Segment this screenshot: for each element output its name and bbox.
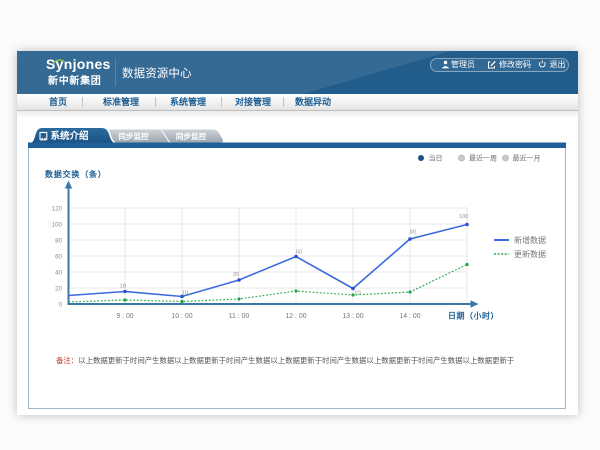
svg-text:当日: 当日 xyxy=(429,153,443,162)
svg-text:40: 40 xyxy=(55,269,62,276)
svg-text:35: 35 xyxy=(233,272,239,278)
svg-text:12 : 00: 12 : 00 xyxy=(285,313,306,320)
svg-text:13 : 00: 13 : 00 xyxy=(342,313,363,320)
svg-text:新增数据: 新增数据 xyxy=(514,235,546,245)
svg-text:11 : 00: 11 : 00 xyxy=(229,313,250,320)
svg-text:9 : 00: 9 : 00 xyxy=(116,313,133,320)
svg-text:80: 80 xyxy=(410,230,416,236)
svg-text:10 : 00: 10 : 00 xyxy=(171,313,192,320)
svg-text:80: 80 xyxy=(55,237,62,244)
svg-text:20: 20 xyxy=(55,285,62,292)
svg-text:最近一周: 最近一周 xyxy=(469,153,497,162)
svg-text:18: 18 xyxy=(120,284,126,290)
svg-text:最近一月: 最近一月 xyxy=(513,153,541,162)
svg-text:同步监控: 同步监控 xyxy=(176,131,207,141)
svg-text:更新数据: 更新数据 xyxy=(514,249,546,259)
svg-text:数据交换（条）: 数据交换（条） xyxy=(45,169,107,179)
svg-text:14 : 00: 14 : 00 xyxy=(399,313,420,320)
svg-text:日期（小时）: 日期（小时） xyxy=(448,311,499,321)
svg-text:100: 100 xyxy=(459,214,469,220)
svg-text:10: 10 xyxy=(354,291,360,297)
svg-text:系统介绍: 系统介绍 xyxy=(50,130,88,142)
svg-text:100: 100 xyxy=(52,221,63,228)
svg-text:60: 60 xyxy=(55,253,62,260)
svg-text:10: 10 xyxy=(182,291,188,297)
svg-text:60: 60 xyxy=(296,250,302,256)
svg-text:同步监控: 同步监控 xyxy=(118,131,149,141)
svg-text:120: 120 xyxy=(52,205,63,212)
svg-text:0: 0 xyxy=(59,301,63,308)
